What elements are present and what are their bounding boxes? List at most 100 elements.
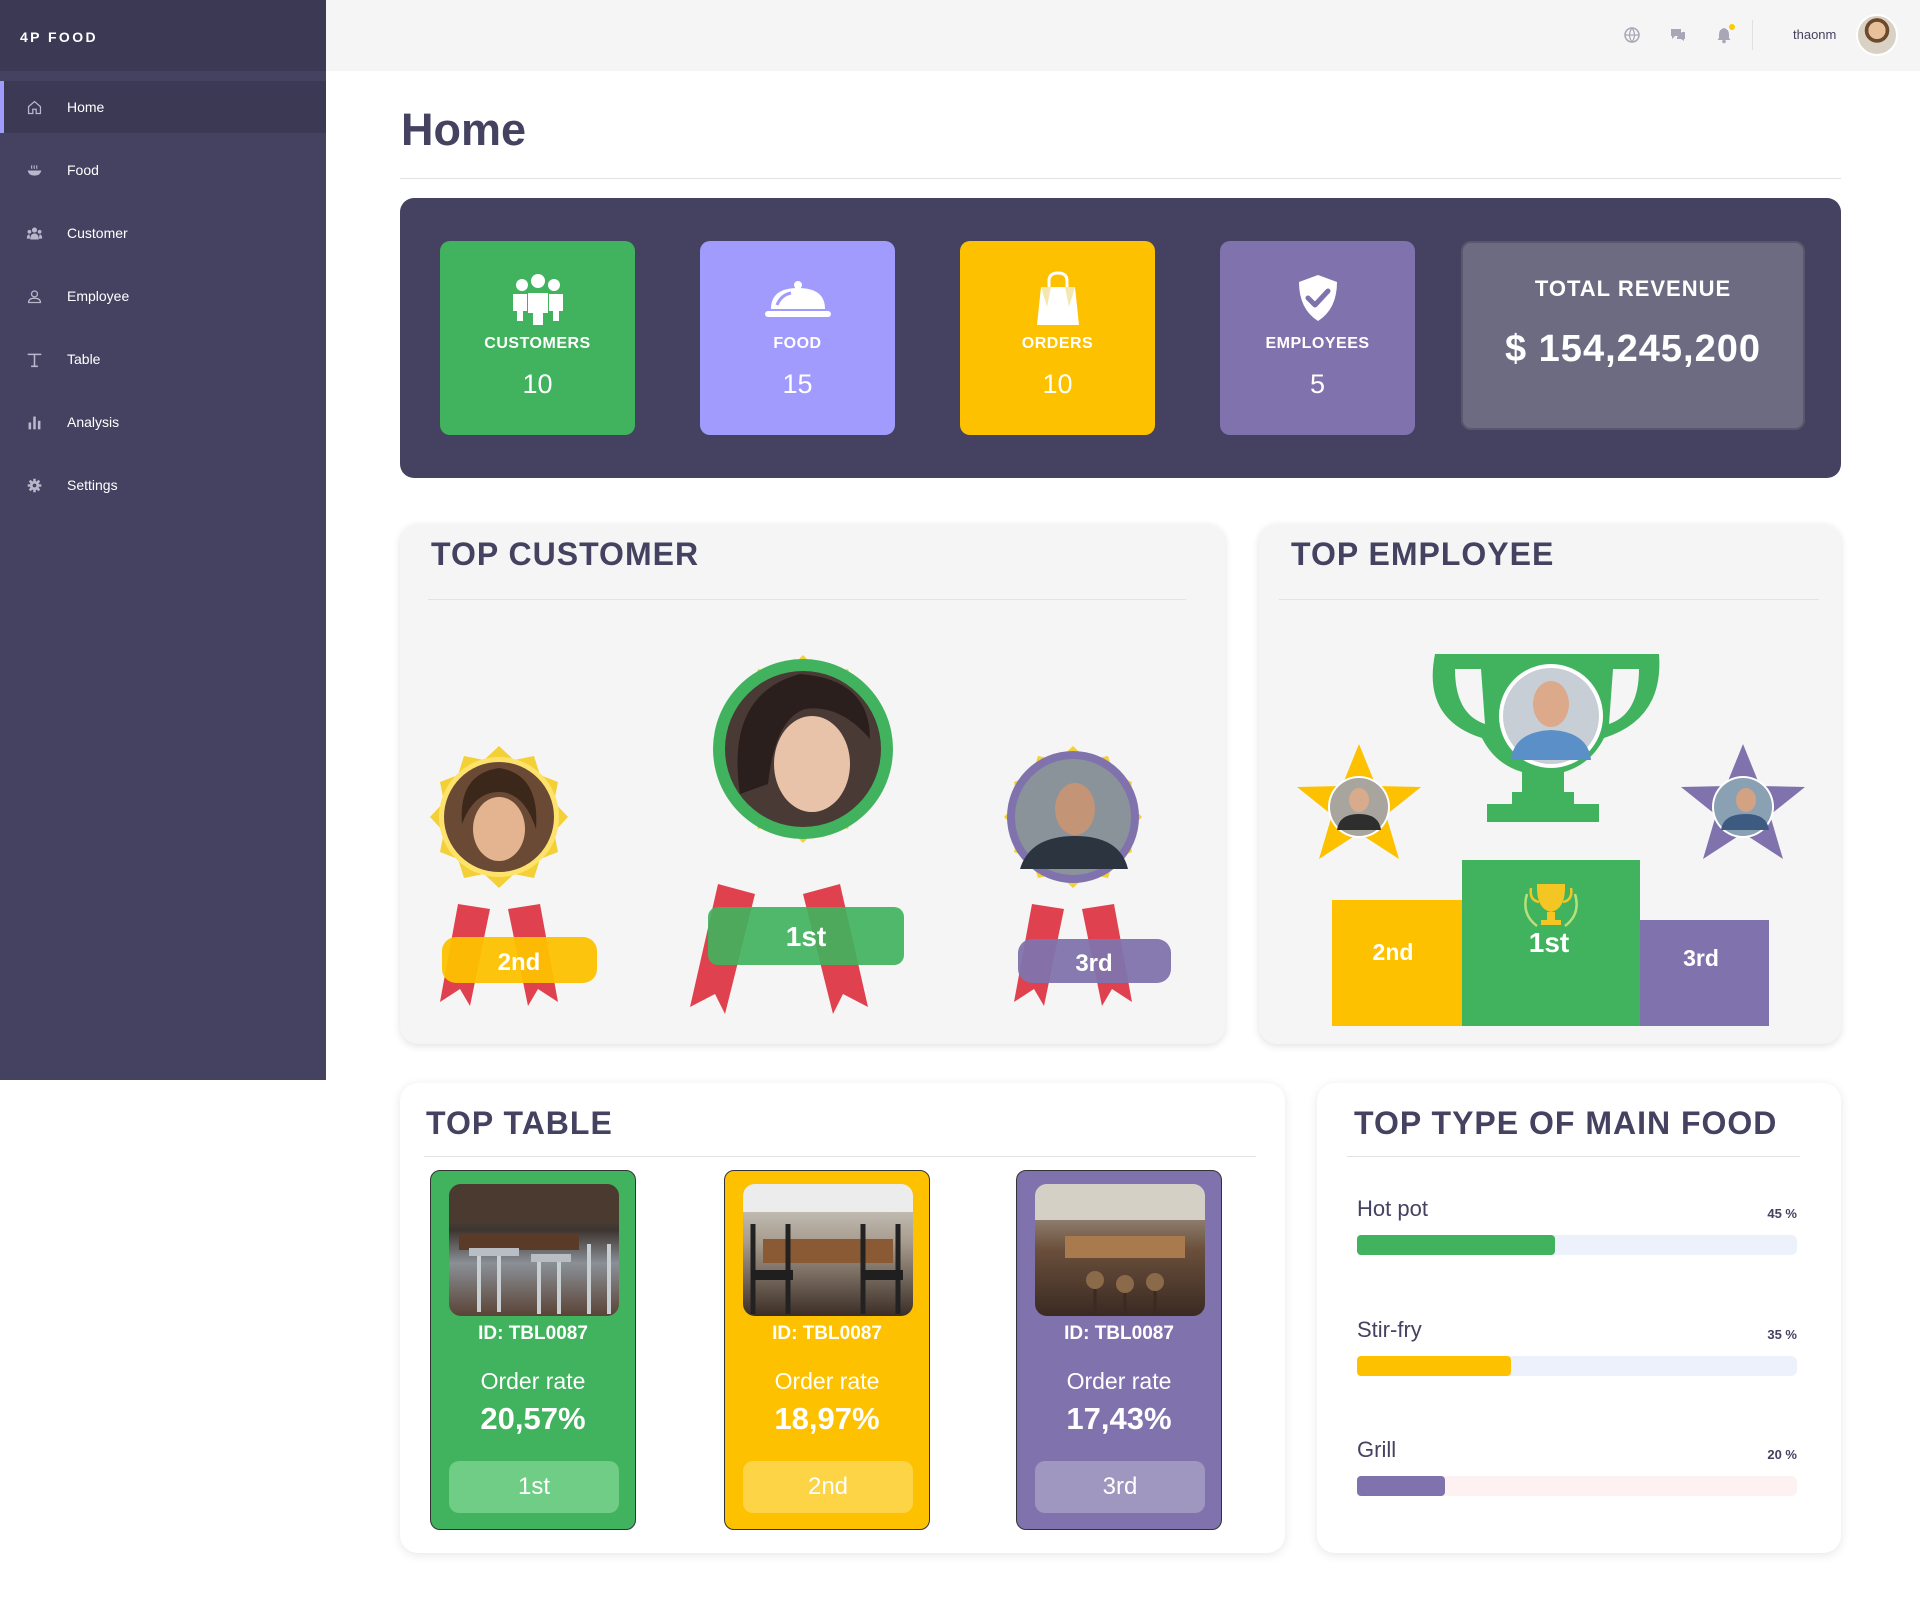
table-card[interactable]: ID: TBL0087 Order rate 20,57% 1st [430,1170,636,1530]
sidebar-item-analysis[interactable]: Analysis [0,396,326,448]
sidebar-item-label: Employee [67,288,130,304]
users-icon [23,222,45,244]
divider [1752,20,1753,50]
shield-check-icon [1220,271,1415,327]
username[interactable]: thaonm [1793,27,1836,42]
chat-icon[interactable] [1669,26,1687,44]
order-rate-label: Order rate [1066,1368,1172,1394]
sidebar-item-home[interactable]: Home [0,81,326,133]
rank-badge: 3rd [1035,1461,1205,1513]
stats-panel: CUSTOMERS 10 FOOD 15 ORDERS 10 EMPLOYEES… [400,198,1841,478]
sidebar: 4P FOOD Home Food Customer Employee Tabl… [0,0,326,1080]
stat-label: FOOD [773,335,822,352]
user-icon [23,285,45,307]
table-id: ID: TBL0087 [1064,1323,1174,1344]
second-place-label: 2nd [498,949,541,976]
orders-stat-card[interactable]: ORDERS 10 [960,241,1155,435]
panel-title: TOP TYPE OF MAIN FOOD [1354,1105,1778,1141]
stat-label: EMPLOYEES [1265,335,1370,352]
top-employee-panel: TOP EMPLOYEE 2nd 1st 3rd [1259,524,1841,1044]
bowl-icon [23,159,45,181]
order-rate-value: 17,43% [1066,1401,1172,1436]
stat-label: ORDERS [1021,335,1094,352]
food-percent: 20 % [1767,1447,1797,1462]
food-stat-card[interactable]: FOOD 15 [700,241,895,435]
second-place-label: 2nd [1373,939,1414,965]
table-icon [23,348,45,370]
home-icon [23,96,45,118]
second-place-star [1297,744,1421,859]
bell-icon[interactable] [1715,24,1735,44]
rank-badge: 1st [449,1461,619,1513]
avatar[interactable] [1856,14,1898,56]
brand-logo: 4P FOOD [0,0,326,71]
globe-icon[interactable] [1623,26,1641,44]
stat-value: 10 [1042,369,1073,399]
order-rate-value: 20,57% [480,1401,586,1436]
food-name: Hot pot [1357,1196,1428,1221]
food-name: Stir-fry [1357,1317,1422,1342]
third-place-star [1681,744,1805,859]
sidebar-item-label: Analysis [67,414,120,430]
stat-value: 5 [1309,369,1326,399]
sidebar-item-employee[interactable]: Employee [0,270,326,322]
top-customer-panel: TOP CUSTOMER 2nd 1st 3rd [400,524,1225,1044]
progress-track [1357,1356,1797,1376]
table-card[interactable]: ID: TBL0087 Order rate 18,97% 2nd [724,1170,930,1530]
stat-value: 10 [522,369,553,399]
bar-chart-icon [23,411,45,433]
sidebar-nav: Home Food Customer Employee Table Analys… [0,71,326,511]
food-percent: 35 % [1767,1327,1797,1342]
employee-podium: 2nd 1st 3rd [1297,654,1805,1026]
table-card[interactable]: ID: TBL0087 Order rate 17,43% 3rd [1016,1170,1222,1530]
third-place-label: 3rd [1683,945,1719,971]
employees-stat-card[interactable]: EMPLOYEES 5 [1220,241,1415,435]
table-id: ID: TBL0087 [478,1323,588,1344]
order-rate-label: Order rate [774,1368,880,1394]
revenue-label: TOTAL REVENUE [1534,276,1732,301]
divider [400,178,1841,179]
progress-fill [1357,1356,1511,1376]
notification-dot [1729,24,1735,30]
customer-podium: 2nd 1st 3rd [430,655,1171,1014]
sidebar-item-customer[interactable]: Customer [0,207,326,259]
table-photo [449,1184,619,1316]
sidebar-item-settings[interactable]: Settings [0,459,326,511]
customers-stat-card[interactable]: CUSTOMERS 10 [440,241,635,435]
trophy-icon [1432,654,1660,822]
revenue-value: $ 154,245,200 [1504,328,1761,370]
table-photo [743,1184,913,1316]
top-bar: thaonm [326,0,1920,71]
progress-fill [1357,1235,1555,1255]
first-place-label: 1st [1529,927,1569,958]
progress-track [1357,1476,1797,1496]
first-place-label: 1st [786,921,826,952]
stat-label: CUSTOMERS [484,335,591,352]
sidebar-item-food[interactable]: Food [0,144,326,196]
food-percent: 45 % [1767,1206,1797,1221]
panel-title: TOP TABLE [426,1105,613,1141]
page-title: Home [401,104,527,155]
divider [424,1156,1256,1157]
cloche-icon [700,271,895,327]
third-place-block [1640,920,1769,1026]
users-icon [440,271,635,327]
sidebar-item-label: Food [67,162,99,178]
progress-track [1357,1235,1797,1255]
first-place-medal [690,655,904,1014]
divider [1347,1156,1800,1157]
progress-fill [1357,1476,1445,1496]
order-rate-value: 18,97% [774,1401,880,1436]
third-place-label: 3rd [1075,950,1112,977]
sidebar-item-table[interactable]: Table [0,333,326,385]
gear-icon [23,474,45,496]
food-name: Grill [1357,1437,1397,1462]
table-id: ID: TBL0087 [772,1323,882,1344]
sidebar-item-label: Table [67,351,101,367]
sidebar-item-label: Home [67,99,105,115]
stat-value: 15 [782,369,813,399]
total-revenue-card[interactable]: TOTAL REVENUE $ 154,245,200 [1461,241,1805,430]
rank-badge: 2nd [743,1461,913,1513]
order-rate-label: Order rate [480,1368,586,1394]
sidebar-item-label: Settings [67,477,118,493]
